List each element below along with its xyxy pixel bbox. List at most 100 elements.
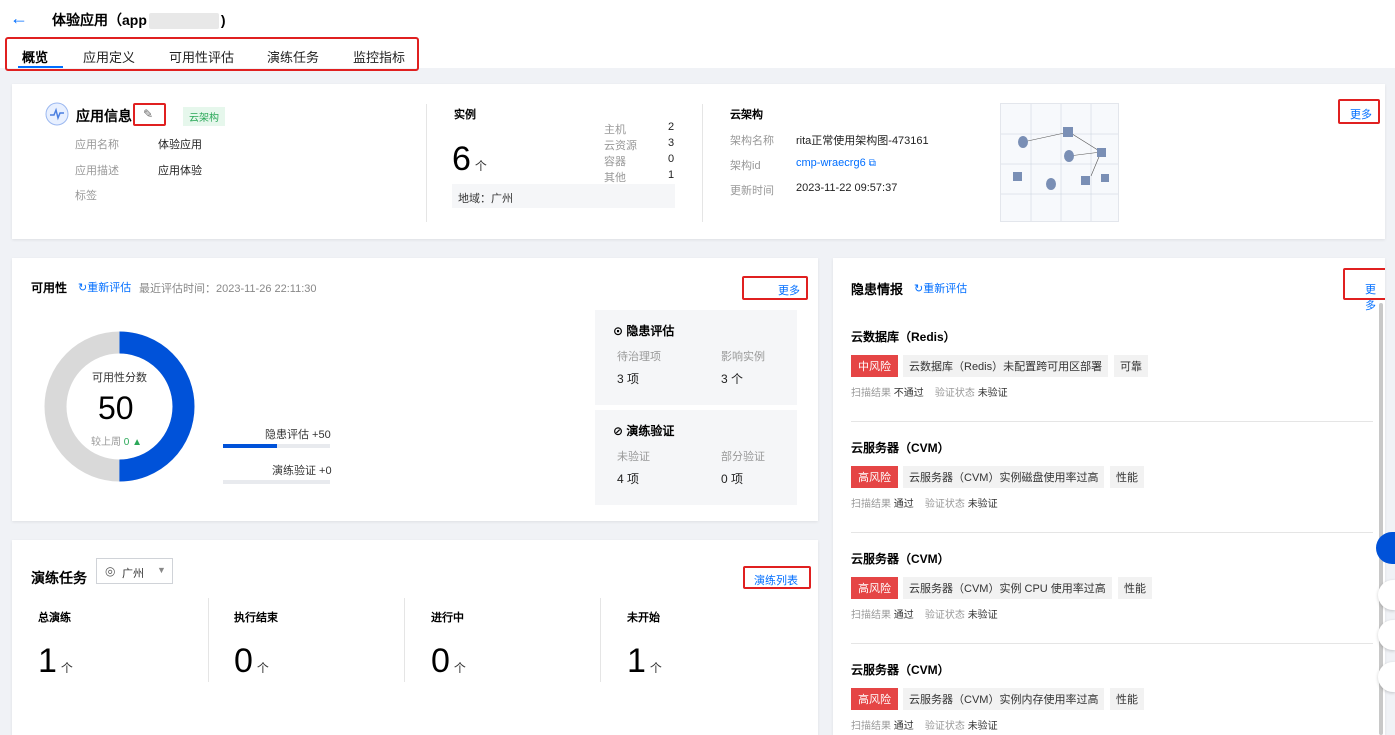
other-value: 1 xyxy=(668,169,675,181)
score-label: 可用性分数 xyxy=(92,372,147,384)
tab-app-definition[interactable]: 应用定义 xyxy=(83,47,135,66)
stat-total-label: 总演练 xyxy=(38,612,71,624)
bar1-label: 隐患评估 +50 xyxy=(265,429,331,441)
hazard-risk-badge: 高风险 xyxy=(851,688,898,710)
architecture-thumbnail[interactable] xyxy=(1000,103,1119,222)
tab-overview[interactable]: 概览 xyxy=(22,47,48,66)
hazard-category-tag: 性能 xyxy=(1110,688,1144,710)
app-desc-value: 应用体验 xyxy=(158,165,202,177)
last-assess-time: 最近评估时间：2023-11-26 22:11:30 xyxy=(139,283,317,295)
hazard-status: 扫描结果 不通过 验证状态 未验证 xyxy=(851,388,1008,399)
drill-verify-title: ⊘ 演练验证 xyxy=(613,424,675,438)
hazard-category-tag: 可靠 xyxy=(1114,355,1148,377)
hazard-reassess-button[interactable]: ↻重新评估 xyxy=(914,280,967,296)
architecture-diagram-icon xyxy=(1001,104,1118,221)
hazard-item[interactable]: 云服务器（CVM） 高风险 云服务器（CVM）实例磁盘使用率过高 性能 扫描结果 通过 … xyxy=(833,433,1373,544)
container-label: 容器 xyxy=(604,156,626,168)
clock-icon: ⊙ xyxy=(613,324,624,338)
globe-icon: ◎ xyxy=(105,564,116,578)
arch-name-value: rita正常使用架构图-473161 xyxy=(796,135,929,147)
hazard-item-name: 云服务器（CVM） xyxy=(851,663,950,677)
hazard-item[interactable]: 云服务器（CVM） 高风险 云服务器（CVM）实例 CPU 使用率过高 性能扫描结果 … xyxy=(833,544,1373,655)
bar2-label: 演练验证 +0 xyxy=(272,465,332,477)
divider xyxy=(702,104,703,222)
stat-running-label: 进行中 xyxy=(431,612,464,624)
app-info-card: 应用信息 ✎ 云架构 应用名称 体验应用 应用描述 应用体验 标签 实例 6个 … xyxy=(12,84,1385,239)
tab-availability-assessment[interactable]: 可用性评估 xyxy=(169,47,234,66)
stat-done-label: 执行结束 xyxy=(234,612,278,624)
instances-title: 实例 xyxy=(454,109,476,121)
region-text: 地域：广州 xyxy=(458,193,513,205)
arch-title: 云架构 xyxy=(730,109,763,121)
hazard-status: 扫描结果 通过 验证状态 未验证 xyxy=(851,721,998,732)
tab-monitor-metrics[interactable]: 监控指标 xyxy=(353,47,405,66)
hazard-category-tag: 性能 xyxy=(1118,577,1152,599)
divider xyxy=(208,598,209,682)
hazard-title: 隐患情报 xyxy=(851,282,904,297)
hazard-status: 扫描结果 通过 验证状态 未验证 xyxy=(851,610,998,621)
hazard-desc-tag: 云服务器（CVM）实例内存使用率过高 xyxy=(903,688,1105,710)
arch-more-button[interactable]: 更多 xyxy=(1338,99,1380,124)
refresh-icon: ↻ xyxy=(78,282,88,294)
back-arrow-icon[interactable]: ← xyxy=(10,8,28,29)
app-tags-label: 标签 xyxy=(75,190,97,202)
tab-drill-tasks[interactable]: 演练任务 xyxy=(267,47,319,66)
hazard-more-button[interactable]: 更多 xyxy=(1343,268,1385,312)
divider xyxy=(851,421,1373,422)
hazard-item-name: 云服务器（CVM） xyxy=(851,441,950,455)
availability-title: 可用性 xyxy=(31,281,68,295)
drill-task-card: 演练任务 ◎ 广州 ▼ 演练列表 总演练 1个 执行结束 0个 进行中 0个 未… xyxy=(12,540,818,735)
shield-icon: ⊘ xyxy=(613,424,624,438)
stat-pending-value: 1个 xyxy=(627,642,662,680)
hazard-item-name: 云数据库（Redis） xyxy=(851,330,956,344)
hazard-item[interactable]: 云数据库（Redis） 中风险 云数据库（Redis）未配置跨可用区部署 可靠 扫描结果… xyxy=(833,322,1373,433)
region-select[interactable]: ◎ 广州 ▼ xyxy=(96,558,173,584)
refresh-icon: ↻ xyxy=(914,283,924,295)
pencil-icon: ✎ xyxy=(143,107,154,121)
hazard-desc-tag: 云数据库（Redis）未配置跨可用区部署 xyxy=(903,355,1109,377)
chevron-down-icon: ▼ xyxy=(157,565,166,575)
arch-time-label: 更新时间 xyxy=(730,185,774,197)
drill-task-title: 演练任务 xyxy=(31,570,87,586)
instance-count: 6个 xyxy=(452,140,487,178)
host-label: 主机 xyxy=(604,124,626,136)
app-name-value: 体验应用 xyxy=(158,139,202,151)
app-info-title: 应用信息 xyxy=(76,108,132,124)
active-tab-indicator xyxy=(18,66,63,68)
tab-bar: 概览 应用定义 可用性评估 演练任务 监控指标 xyxy=(5,37,419,71)
edit-button[interactable]: ✎ xyxy=(133,103,166,126)
arch-name-label: 架构名称 xyxy=(730,135,774,147)
hazard-category-tag: 性能 xyxy=(1110,466,1144,488)
week-compare: 较上周 0 ▲ xyxy=(91,437,143,448)
container-value: 0 xyxy=(668,153,675,165)
reassess-button[interactable]: ↻重新评估 xyxy=(78,279,131,295)
external-link-icon: ⧉ xyxy=(868,158,876,169)
cloud-res-value: 3 xyxy=(668,137,675,149)
risk-assess-box: ⊙ 隐患评估 待治理项 影响实例 3 项 3 个 xyxy=(595,310,797,405)
arch-time-value: 2023-11-22 09:57:37 xyxy=(796,182,898,194)
divider xyxy=(851,532,1373,533)
app-pulse-icon xyxy=(45,102,69,126)
divider xyxy=(851,643,1373,644)
cloud-res-label: 云资源 xyxy=(604,140,637,152)
arch-id-link[interactable]: cmp-wraecrg6 ⧉ xyxy=(796,157,876,169)
app-desc-label: 应用描述 xyxy=(75,165,119,177)
hazard-item-name: 云服务器（CVM） xyxy=(851,552,950,566)
hazard-item[interactable]: 云服务器（CVM） 高风险 云服务器（CVM）实例内存使用率过高 性能扫描结果 通过 … xyxy=(833,655,1373,735)
stat-total-value: 1个 xyxy=(38,642,73,680)
hazard-card: 隐患情报 ↻重新评估 更多 云数据库（Redis） 中风险 云数据库（Redis）未… xyxy=(833,258,1385,735)
top-bar: ← 体验应用（app) 概览 应用定义 可用性评估 演练任务 监控指标 xyxy=(0,0,1395,71)
stat-done-value: 0个 xyxy=(234,642,269,680)
bar1-fill xyxy=(223,444,277,448)
cloud-arch-tag: 云架构 xyxy=(183,107,225,126)
risk-assess-title: ⊙ 隐患评估 xyxy=(613,324,675,338)
up-triangle-icon: ▲ xyxy=(132,437,143,448)
hazard-risk-badge: 高风险 xyxy=(851,577,898,599)
drill-list-button[interactable]: 演练列表 xyxy=(743,566,811,589)
hazard-status: 扫描结果 通过 验证状态 未验证 xyxy=(851,499,998,510)
availability-more-button[interactable]: 更多 xyxy=(742,276,808,300)
host-value: 2 xyxy=(668,121,675,133)
bar2-track xyxy=(223,480,330,484)
hazard-desc-tag: 云服务器（CVM）实例 CPU 使用率过高 xyxy=(903,577,1112,599)
stat-pending-label: 未开始 xyxy=(627,612,660,624)
